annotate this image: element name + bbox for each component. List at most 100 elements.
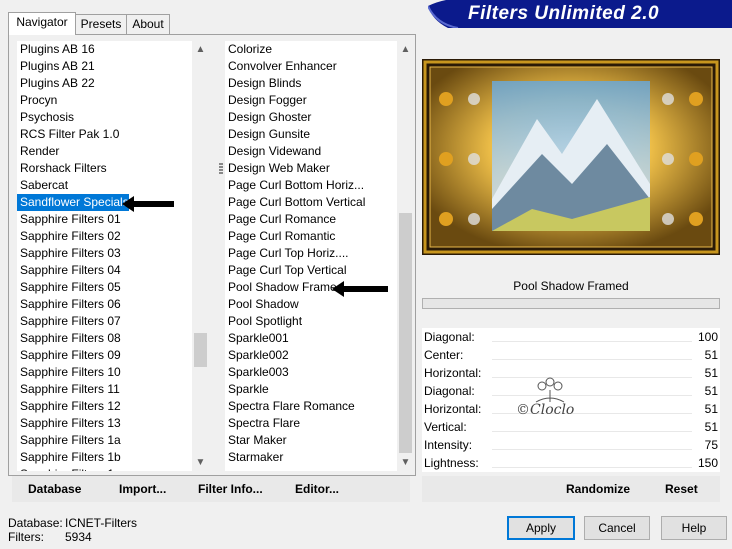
tab-about[interactable]: About — [126, 14, 170, 34]
parameter-row[interactable]: Center: 51 — [422, 346, 720, 364]
scroll-down-icon[interactable]: ▼ — [397, 454, 414, 471]
filter-item[interactable]: Pool Shadow — [225, 296, 299, 313]
category-item[interactable]: Sapphire Filters 03 — [17, 245, 121, 262]
parameter-value[interactable]: 51 — [705, 346, 718, 364]
category-item[interactable]: Plugins AB 16 — [17, 41, 95, 58]
filter-item[interactable]: Sparkle001 — [225, 330, 289, 347]
scroll-thumb[interactable] — [194, 333, 207, 367]
parameter-row[interactable]: Lightness: 150 — [422, 454, 720, 472]
parameter-slider-track[interactable] — [492, 467, 692, 468]
filter-item[interactable]: Design Fogger — [225, 92, 307, 109]
category-item[interactable]: Sapphire Filters 11 — [17, 381, 120, 398]
category-item[interactable]: Plugins AB 21 — [17, 58, 95, 75]
filter-item[interactable]: Spectra Flare Romance — [225, 398, 355, 415]
parameter-value[interactable]: 51 — [705, 382, 718, 400]
progress-bar — [422, 298, 720, 309]
category-item[interactable]: Psychosis — [17, 109, 74, 126]
category-item[interactable]: Sapphire Filters 13 — [17, 415, 121, 432]
filter-item[interactable]: Page Curl Bottom Vertical — [225, 194, 365, 211]
scroll-up-icon[interactable]: ▲ — [192, 41, 209, 58]
filter-item[interactable]: Sparkle — [225, 381, 269, 398]
filter-info-button[interactable]: Filter Info... — [198, 482, 263, 496]
filter-item[interactable]: Design Gunsite — [225, 126, 310, 143]
filter-item[interactable]: Page Curl Romance — [225, 211, 336, 228]
category-item[interactable]: Sapphire Filters 07 — [17, 313, 121, 330]
category-scrollbar[interactable]: ▲ ▼ — [192, 41, 209, 471]
filter-item[interactable]: Pool Spotlight — [225, 313, 302, 330]
filter-item[interactable]: Page Curl Top Vertical — [225, 262, 347, 279]
selected-filter-name: Pool Shadow Framed — [422, 276, 720, 296]
parameter-value[interactable]: 75 — [705, 436, 718, 454]
category-item[interactable]: Rorshack Filters — [17, 160, 107, 177]
category-item[interactable]: Sapphire Filters 05 — [17, 279, 121, 296]
import-button[interactable]: Import... — [119, 482, 166, 496]
randomize-button[interactable]: Randomize — [566, 482, 630, 496]
category-item[interactable]: Sandflower Specials — [17, 194, 129, 211]
filter-list[interactable]: Colorize Convolver Enhancer Design Blinds D… — [225, 41, 397, 471]
arrow-pointer-icon — [332, 281, 388, 297]
category-item[interactable]: Sabercat — [17, 177, 68, 194]
filter-item[interactable]: Page Curl Bottom Horiz... — [225, 177, 364, 194]
category-item[interactable]: Sapphire Filters 1a — [17, 432, 121, 449]
database-button[interactable]: Database — [28, 482, 81, 496]
category-item[interactable]: Sapphire Filters 12 — [17, 398, 121, 415]
preset-button-bar: Randomize Reset — [422, 476, 720, 502]
parameter-value[interactable]: 51 — [705, 364, 718, 382]
parameter-value[interactable]: 51 — [705, 418, 718, 436]
filter-item[interactable]: Page Curl Romantic — [225, 228, 335, 245]
filter-item[interactable]: Design Web Maker — [225, 160, 330, 177]
title-banner: Filters Unlimited 2.0 — [428, 0, 732, 28]
category-item[interactable]: Sapphire Filters 04 — [17, 262, 121, 279]
parameter-label: Vertical: — [424, 420, 467, 434]
editor-button[interactable]: Editor... — [295, 482, 339, 496]
parameter-row[interactable]: Diagonal: 100 — [422, 328, 720, 346]
scroll-down-icon[interactable]: ▼ — [192, 454, 209, 471]
parameter-value[interactable]: 150 — [698, 454, 718, 472]
filter-item[interactable]: Pool Shadow Framed — [225, 279, 343, 296]
app-title: Filters Unlimited 2.0 — [468, 3, 660, 24]
status-database-value: ICNET-Filters — [65, 516, 137, 530]
category-item[interactable]: Render — [17, 143, 59, 160]
status-filters-label: Filters: — [8, 530, 44, 544]
apply-button[interactable]: Apply — [507, 516, 575, 540]
filter-item[interactable]: Design Videwand — [225, 143, 321, 160]
filter-item[interactable]: Sparkle003 — [225, 364, 289, 381]
parameter-slider-track[interactable] — [492, 359, 692, 360]
help-button[interactable]: Help — [661, 516, 727, 540]
category-item[interactable]: Sapphire Filters 01 — [17, 211, 121, 228]
parameter-slider-track[interactable] — [492, 449, 692, 450]
parameter-value[interactable]: 51 — [705, 400, 718, 418]
filter-scrollbar[interactable]: ▲ ▼ — [397, 41, 414, 471]
category-item[interactable]: Plugins AB 22 — [17, 75, 95, 92]
category-item[interactable]: RCS Filter Pak 1.0 — [17, 126, 119, 143]
category-item[interactable]: Sapphire Filters 1b — [17, 449, 121, 466]
filter-item[interactable]: Colorize — [225, 41, 272, 58]
parameter-value[interactable]: 100 — [698, 328, 718, 346]
filter-item[interactable]: Starmaker — [225, 449, 283, 466]
filter-item[interactable]: Sparkle002 — [225, 347, 289, 364]
category-item[interactable]: Sapphire Filters 09 — [17, 347, 121, 364]
category-item[interactable]: Procyn — [17, 92, 57, 109]
category-list[interactable]: Plugins AB 16 Plugins AB 21 Plugins AB 22 P… — [17, 41, 192, 471]
filter-item[interactable]: Design Blinds — [225, 75, 301, 92]
category-item[interactable]: Sapphire Filters 10 — [17, 364, 121, 381]
parameter-slider-track[interactable] — [492, 431, 692, 432]
cancel-button[interactable]: Cancel — [584, 516, 650, 540]
filter-item[interactable]: Star Maker — [225, 432, 287, 449]
category-item[interactable]: Sapphire Filters 08 — [17, 330, 121, 347]
parameter-row[interactable]: Intensity: 75 — [422, 436, 720, 454]
scroll-thumb[interactable] — [399, 213, 412, 453]
category-item[interactable]: Sapphire Filters 02 — [17, 228, 121, 245]
tab-navigator[interactable]: Navigator — [8, 12, 76, 35]
category-item[interactable]: Sapphire Filters 1c — [17, 466, 120, 471]
filter-item[interactable]: Design Ghoster — [225, 109, 311, 126]
filter-item[interactable]: Spectra Flare — [225, 415, 300, 432]
category-item[interactable]: Sapphire Filters 06 — [17, 296, 121, 313]
tab-presets[interactable]: Presets — [74, 14, 128, 34]
parameter-label: Lightness: — [424, 456, 479, 470]
filter-item[interactable]: Page Curl Top Horiz.... — [225, 245, 349, 262]
reset-button[interactable]: Reset — [665, 482, 698, 496]
filter-item[interactable]: Convolver Enhancer — [225, 58, 337, 75]
scroll-up-icon[interactable]: ▲ — [397, 41, 414, 58]
parameter-slider-track[interactable] — [492, 341, 692, 342]
